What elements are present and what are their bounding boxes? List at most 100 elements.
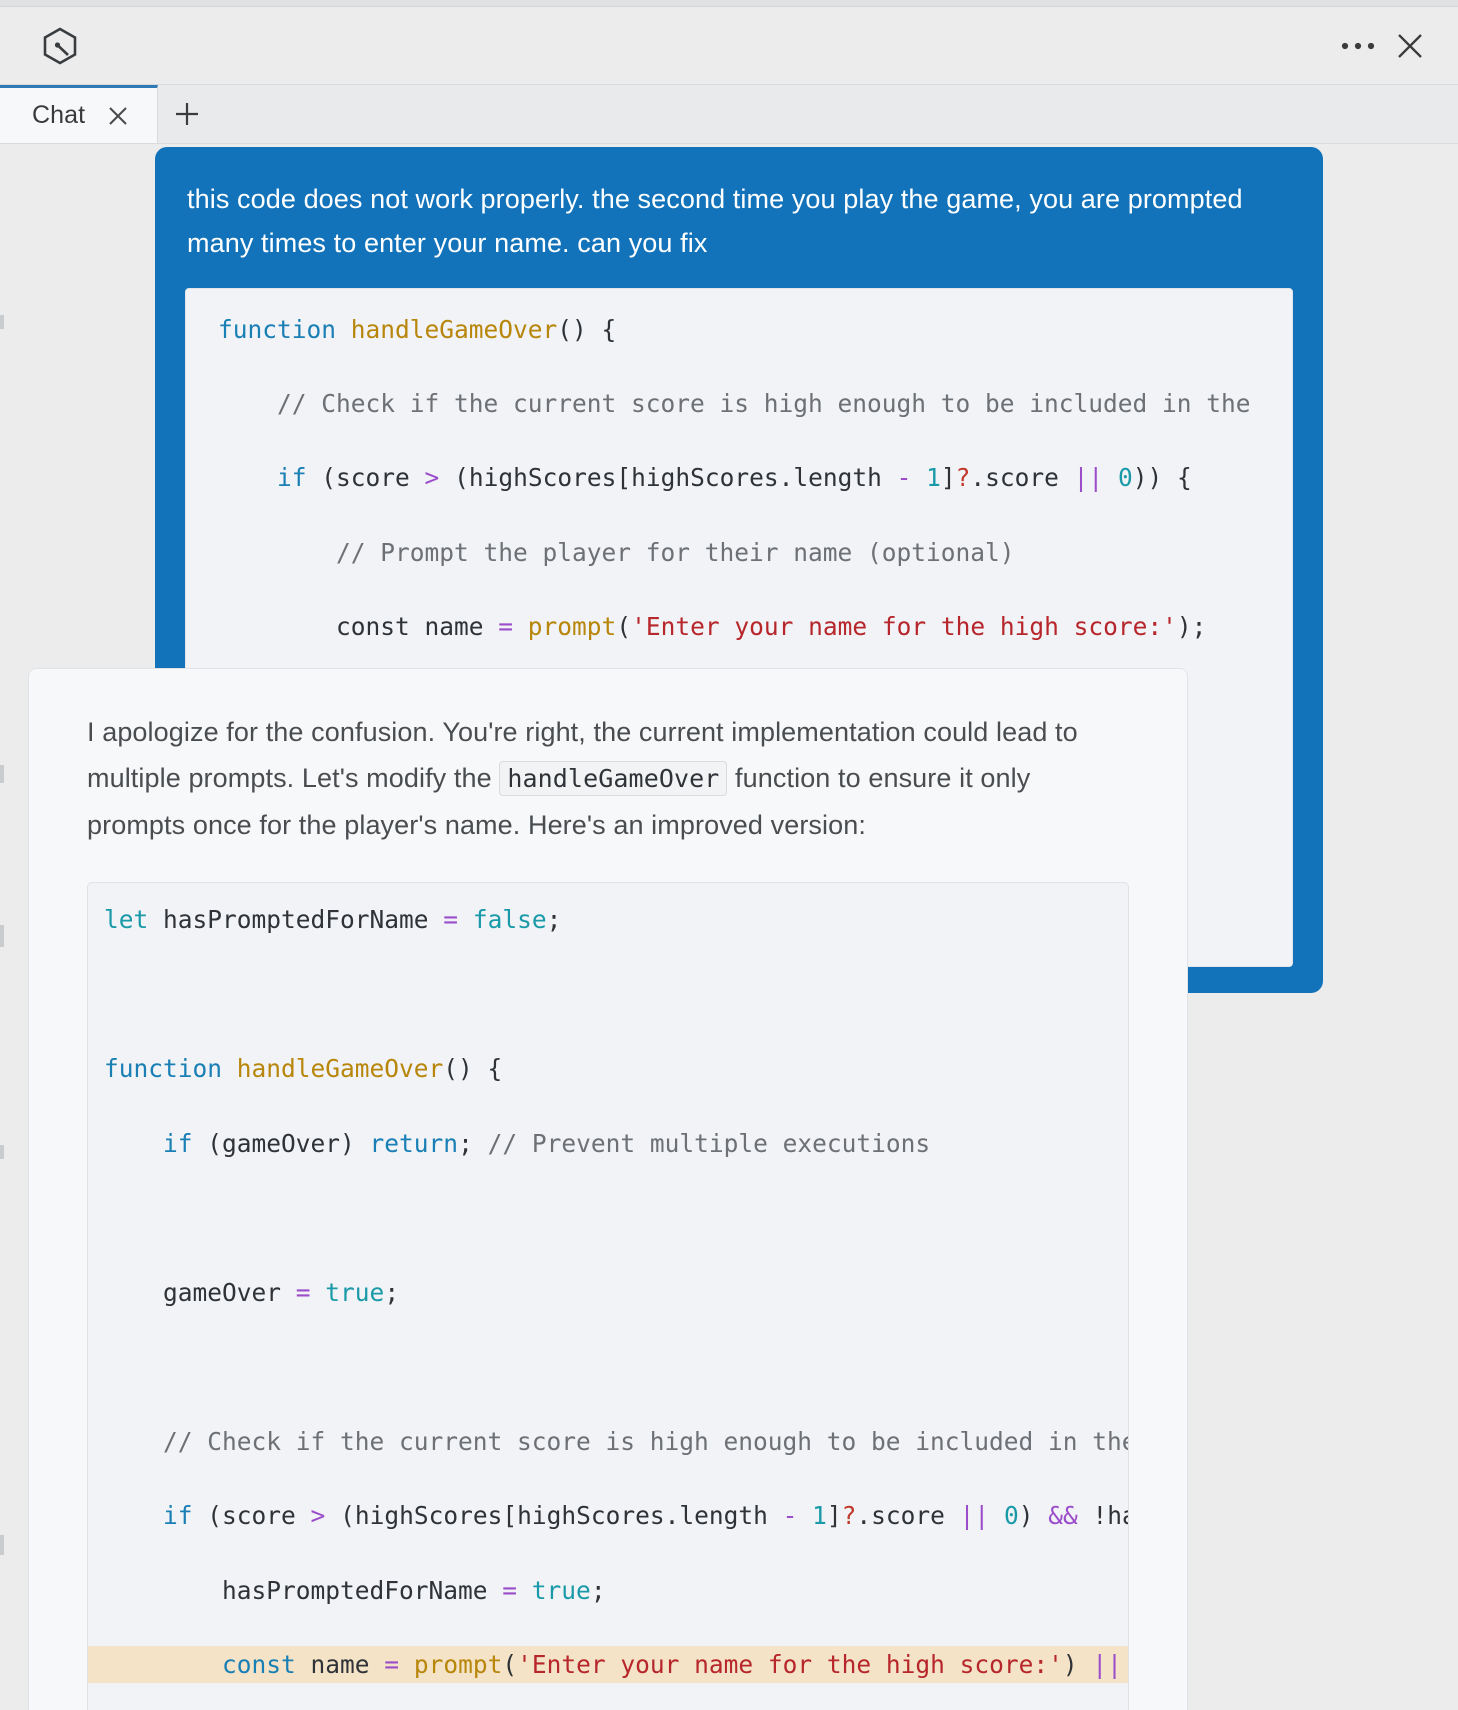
code-line: // Prompt the player for their name (opt… (202, 534, 1274, 571)
code-token: function (104, 1054, 223, 1084)
code-line: if (score > (highScores[highScores.lengt… (202, 459, 1274, 496)
code-token: ) (1018, 1501, 1049, 1531)
code-line (88, 1199, 1128, 1236)
tab-chat[interactable]: Chat (0, 85, 159, 143)
assistant-code-block: let hasPromptedForName = false; function… (87, 882, 1129, 1710)
code-token: = (498, 612, 514, 642)
code-line: let hasPromptedForName = false; (88, 901, 1128, 938)
code-line: if (gameOver) return; // Prevent multipl… (88, 1125, 1128, 1162)
code-line: const name = prompt('Enter your name for… (202, 608, 1274, 645)
edge-marker-2 (0, 765, 4, 783)
code-token: false (472, 905, 547, 935)
code-token: || (1073, 463, 1104, 493)
code-token: = (295, 1277, 311, 1307)
edge-marker-3 (0, 925, 4, 947)
code-token: > (310, 1501, 326, 1531)
code-token: ; (546, 905, 562, 935)
code-token: = (443, 905, 459, 935)
code-token: 'Enter your name for the high score:' (631, 612, 1177, 642)
code-line: gameOver = true; (88, 1274, 1128, 1311)
code-token: (score (192, 1501, 311, 1531)
hexagon-logo-icon (38, 24, 82, 68)
code-token: ] (940, 463, 956, 493)
code-token: (score (306, 463, 425, 493)
code-token: = (502, 1575, 518, 1605)
code-token: gameOver (104, 1277, 296, 1307)
code-token: ? (955, 463, 971, 493)
code-token: .score (970, 463, 1074, 493)
new-tab-button[interactable] (158, 85, 216, 143)
code-token: (gameOver) (192, 1128, 370, 1158)
code-token: prompt (527, 612, 617, 642)
code-token: function (218, 314, 337, 344)
code-line (88, 1348, 1128, 1385)
ellipsis-icon[interactable] (1332, 20, 1384, 72)
code-token: (highScores[highScores.length (439, 463, 897, 493)
titlebar (0, 7, 1458, 85)
code-token: 'Enter your name for the high score:' (517, 1650, 1063, 1679)
code-token: || (1092, 1650, 1122, 1679)
code-token: ; (590, 1575, 606, 1605)
code-token: - (782, 1501, 798, 1531)
code-line: // Check if the current score is high en… (88, 1423, 1128, 1460)
user-message-text: this code does not work properly. the se… (187, 184, 1243, 259)
code-token: && (1048, 1501, 1078, 1531)
code-token: true (325, 1277, 385, 1307)
code-token: )) { (1132, 463, 1192, 493)
code-token: || (959, 1501, 990, 1531)
code-token: ; (458, 1128, 488, 1158)
code-line: function handleGameOver() { (202, 311, 1274, 348)
code-line (88, 976, 1128, 1013)
inline-code-handle-game-over: handleGameOver (499, 761, 728, 797)
code-line: const name = prompt('Enter your name for… (88, 1646, 1128, 1684)
code-token: ) (1062, 1650, 1093, 1679)
code-token: 1 (812, 1501, 827, 1531)
chat-scroll-area[interactable]: this code does not work properly. the se… (0, 145, 1458, 1710)
close-icon[interactable] (105, 103, 131, 129)
window-top-strip (0, 0, 1458, 7)
code-token: // Check if the current score is high en… (104, 1426, 1128, 1456)
code-token: name (295, 1650, 385, 1679)
edge-marker-5 (0, 1535, 4, 1555)
code-token: .score (856, 1501, 960, 1531)
code-line: function handleGameOver() { (88, 1050, 1128, 1087)
code-token: 1 (926, 463, 941, 493)
code-token: - (896, 463, 912, 493)
edge-marker-4 (0, 1145, 4, 1159)
code-token: hasPromptedForName (148, 905, 444, 935)
code-token: if (163, 1128, 193, 1158)
code-token: ; (384, 1277, 400, 1307)
code-token: prompt (413, 1650, 503, 1679)
code-token: handleGameOver (350, 314, 558, 344)
code-token: ] (826, 1501, 842, 1531)
close-icon[interactable] (1384, 20, 1436, 72)
edge-marker-1 (0, 315, 4, 329)
code-token: if (277, 463, 307, 493)
assistant-paragraph-1: I apologize for the confusion. You're ri… (87, 709, 1129, 848)
code-token: hasPromptedForName (104, 1575, 503, 1605)
code-token: ( (616, 612, 632, 642)
code-token: = (384, 1650, 400, 1679)
code-token: !ha (1092, 1501, 1129, 1531)
code-token: let (104, 905, 149, 935)
code-token: () { (443, 1054, 503, 1084)
code-token: ? (841, 1501, 857, 1531)
assistant-code-body[interactable]: let hasPromptedForName = false; function… (88, 883, 1128, 1710)
